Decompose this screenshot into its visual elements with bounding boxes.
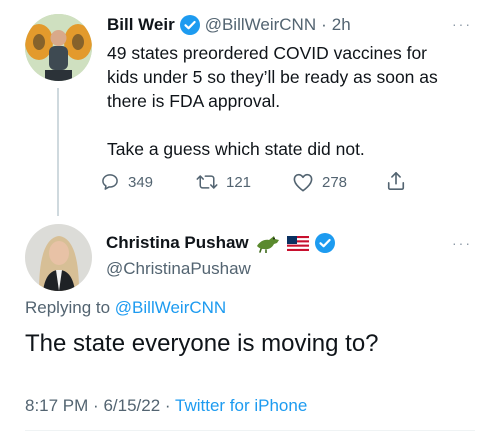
- tweet2-handle[interactable]: @ChristinaPushaw: [106, 259, 251, 279]
- tweet1-text-line: kids under 5 so they’ll be ready as soon…: [107, 67, 438, 87]
- reply-icon: [102, 174, 118, 190]
- tweet2-header: Christina Pushaw: [106, 232, 335, 254]
- retweet-button[interactable]: 121: [196, 172, 251, 192]
- tweet1-text-line: Take a guess which state did not.: [107, 139, 365, 159]
- heart-icon: [293, 173, 313, 192]
- alligator-emoji-icon: [255, 233, 281, 254]
- tweet1-more-icon[interactable]: ···: [452, 16, 472, 32]
- avatar-photo-image: [25, 224, 92, 291]
- tweet1-author-name[interactable]: Bill Weir: [107, 15, 175, 35]
- thread-connector-line: [57, 88, 59, 216]
- verified-badge-icon: [179, 15, 200, 35]
- tweet2-author-name[interactable]: Christina Pushaw: [106, 233, 249, 253]
- replying-to-label: Replying to: [25, 298, 111, 317]
- bill-weir-avatar[interactable]: [25, 14, 92, 81]
- tweet1-text-line: 49 states preordered COVID vaccines for: [107, 43, 428, 63]
- tweet2-source-link[interactable]: Twitter for iPhone: [175, 396, 307, 415]
- verified-badge-icon: [314, 233, 335, 253]
- replying-to-link[interactable]: @BillWeirCNN: [115, 298, 226, 317]
- tweet2-text: The state everyone is moving to?: [25, 330, 379, 357]
- share-button[interactable]: [386, 170, 406, 192]
- tweet2-meta: 8:17 PM · 6/15/22 · Twitter for iPhone: [25, 396, 307, 416]
- us-flag-emoji-icon: [286, 235, 309, 251]
- christina-pushaw-avatar[interactable]: [25, 224, 92, 291]
- like-count: 278: [322, 173, 348, 191]
- tweet1-handle[interactable]: @BillWeirCNN: [205, 15, 316, 35]
- reply-count: 349: [128, 173, 154, 191]
- reply-button[interactable]: 349: [100, 172, 153, 192]
- bottom-divider: [25, 430, 475, 431]
- tweet1-time[interactable]: 2h: [332, 15, 351, 35]
- avatar-butterfly-image: [25, 14, 92, 81]
- tweet2-more-icon[interactable]: ···: [452, 235, 472, 251]
- retweet-count: 121: [226, 173, 252, 191]
- retweet-icon: [196, 175, 218, 189]
- meta-separator: ·: [164, 396, 171, 415]
- tweet1-separator: ·: [321, 15, 327, 34]
- tweet2-time[interactable]: 8:17 PM: [25, 396, 88, 415]
- tweet2-date[interactable]: 6/15/22: [103, 396, 160, 415]
- replying-to-line: Replying to @BillWeirCNN: [25, 298, 226, 318]
- tweet1-header: Bill Weir @BillWeirCNN · 2h: [107, 14, 351, 36]
- tweet1-text-line: there is FDA approval.: [107, 91, 281, 111]
- like-button[interactable]: 278: [292, 172, 347, 192]
- share-icon: [387, 172, 405, 190]
- tweet1-text: 49 states preordered COVID vaccines for …: [107, 41, 438, 161]
- meta-separator: ·: [93, 396, 99, 415]
